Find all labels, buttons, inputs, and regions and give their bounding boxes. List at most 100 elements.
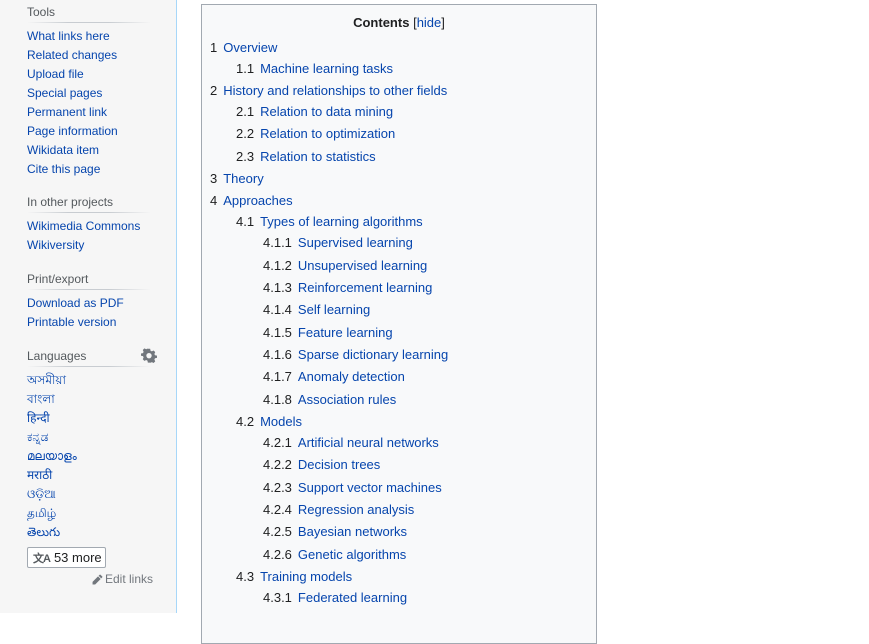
toc-item[interactable]: 4.3 Training models <box>236 569 352 584</box>
toc-item[interactable]: 4.1.1 Supervised learning <box>263 235 413 250</box>
toc-label: Unsupervised learning <box>297 258 428 273</box>
language-link-telugu[interactable]: తెలుగు <box>27 525 60 539</box>
toc-header: Contents [hide] <box>202 15 596 30</box>
toc-item[interactable]: 4.2.1 Artificial neural networks <box>263 435 439 450</box>
toc-item[interactable]: 4.1.7 Anomaly detection <box>263 369 405 384</box>
pencil-icon <box>92 574 103 584</box>
tools-list: What links here Related changes Upload f… <box>27 27 151 179</box>
language-link-kannada[interactable]: ಕನ್ನಡ <box>27 430 48 444</box>
portal-heading: Print/export <box>27 272 151 290</box>
toc-label: Relation to optimization <box>260 126 396 141</box>
table-of-contents: Contents [hide] 1 Overview 1.1 Machine lear… <box>201 4 597 644</box>
toc-label: Overview <box>223 40 278 55</box>
toc-item[interactable]: 4.2 Models <box>236 414 302 429</box>
toc-label: Decision trees <box>297 457 381 472</box>
toc-item[interactable]: 2 History and relationships to other fiel… <box>210 83 447 98</box>
tools-link-page-information[interactable]: Page information <box>27 124 118 138</box>
download-pdf-link[interactable]: Download as PDF <box>27 296 124 310</box>
toc-number: 4.1.8 <box>263 392 292 407</box>
toc-label: Feature learning <box>297 325 393 340</box>
translate-icon: 文A <box>33 552 51 565</box>
toc-label: Artificial neural networks <box>297 435 439 450</box>
toc-label: Support vector machines <box>297 480 442 495</box>
toc-label: Training models <box>260 569 353 584</box>
toc-label: Types of learning algorithms <box>260 214 423 229</box>
toc-label: Bayesian networks <box>297 524 408 539</box>
toc-number: 1 <box>210 40 218 55</box>
toc-item[interactable]: 4.1.4 Self learning <box>263 302 370 317</box>
language-link-odia[interactable]: ଓଡ଼ିଆ <box>27 487 56 501</box>
language-link-hindi[interactable]: हिन्दी <box>27 411 50 425</box>
tools-link-related-changes[interactable]: Related changes <box>27 48 117 62</box>
toc-label: Sparse dictionary learning <box>297 347 449 362</box>
toc-number: 2.2 <box>236 126 255 141</box>
toc-item[interactable]: 4.1.5 Feature learning <box>263 325 393 340</box>
language-link-malayalam[interactable]: മലയാളം <box>27 449 77 463</box>
toc-number: 3 <box>210 171 218 186</box>
toc-label: Self learning <box>297 302 371 317</box>
edit-links-link[interactable]: Edit links <box>92 572 153 586</box>
toc-number: 4.2.5 <box>263 524 292 539</box>
toc-number: 4.1.1 <box>263 235 292 250</box>
tools-link-cite-this-page[interactable]: Cite this page <box>27 162 100 176</box>
portal-print-export: Print/export Download as PDF Printable v… <box>27 272 151 332</box>
toc-item[interactable]: 4 Approaches <box>210 193 293 208</box>
toc-label: Reinforcement learning <box>297 280 433 295</box>
gear-icon[interactable] <box>141 348 157 364</box>
language-link-assamese[interactable]: অসমীয়া <box>27 373 66 387</box>
portal-tools: Tools What links here Related changes Up… <box>27 5 151 179</box>
toc-number: 2.1 <box>236 104 255 119</box>
toc-item[interactable]: 2.1 Relation to data mining <box>236 104 393 119</box>
toc-label: Machine learning tasks <box>260 61 394 76</box>
toc-item[interactable]: 4.2.4 Regression analysis <box>263 502 414 517</box>
toc-label: Genetic algorithms <box>297 547 407 562</box>
toc-number: 2 <box>210 83 218 98</box>
toc-number: 4.1.5 <box>263 325 292 340</box>
toc-item[interactable]: 4.1.8 Association rules <box>263 392 396 407</box>
toc-number: 4.2.3 <box>263 480 292 495</box>
toc-hide-toggle[interactable]: [hide] <box>413 15 445 30</box>
printable-version-link[interactable]: Printable version <box>27 315 116 329</box>
toc-item[interactable]: 4.1.2 Unsupervised learning <box>263 258 427 273</box>
toc-item[interactable]: 3 Theory <box>210 171 264 186</box>
toc-number: 2.3 <box>236 149 255 164</box>
toc-label: Relation to statistics <box>260 149 376 164</box>
portal-heading: In other projects <box>27 195 151 213</box>
toc-item[interactable]: 4.1 Types of learning algorithms <box>236 214 423 229</box>
language-link-bengali[interactable]: বাংলা <box>27 392 55 406</box>
toc-item[interactable]: 2.3 Relation to statistics <box>236 149 376 164</box>
toc-label: Models <box>260 414 302 429</box>
project-link-wikiversity[interactable]: Wikiversity <box>27 238 84 252</box>
toc-item[interactable]: 4.3.1 Federated learning <box>263 590 407 605</box>
toc-number: 4.1.7 <box>263 369 292 384</box>
toc-number: 4.2 <box>236 414 255 429</box>
tools-link-special-pages[interactable]: Special pages <box>27 86 102 100</box>
toc-item[interactable]: 1.1 Machine learning tasks <box>236 61 393 76</box>
more-languages-button[interactable]: 文A 53 more <box>27 547 106 568</box>
toc-item[interactable]: 4.2.3 Support vector machines <box>263 480 442 495</box>
toc-label: Federated learning <box>297 590 408 605</box>
other-projects-list: Wikimedia Commons Wikiversity <box>27 217 151 255</box>
toc-item[interactable]: 4.2.6 Genetic algorithms <box>263 547 406 562</box>
toc-item[interactable]: 4.2.2 Decision trees <box>263 457 380 472</box>
language-link-marathi[interactable]: मराठी <box>27 468 52 482</box>
toc-label: History and relationships to other field… <box>223 83 448 98</box>
toc-hide-link[interactable]: hide <box>417 15 442 30</box>
toc-label: Regression analysis <box>297 502 415 517</box>
tools-link-wikidata-item[interactable]: Wikidata item <box>27 143 99 157</box>
toc-item[interactable]: 4.1.6 Sparse dictionary learning <box>263 347 448 362</box>
toc-item[interactable]: 4.2.5 Bayesian networks <box>263 524 407 539</box>
toc-item[interactable]: 2.2 Relation to optimization <box>236 126 395 141</box>
tools-link-permanent-link[interactable]: Permanent link <box>27 105 107 119</box>
toc-item[interactable]: 4.1.3 Reinforcement learning <box>263 280 432 295</box>
toc-title: Contents <box>353 15 410 30</box>
language-link-tamil[interactable]: தமிழ் <box>27 506 56 520</box>
portal-heading: Languages <box>27 348 157 367</box>
project-link-wikimedia-commons[interactable]: Wikimedia Commons <box>27 219 140 233</box>
edit-links-label: Edit links <box>105 572 154 586</box>
toc-item[interactable]: 1 Overview <box>210 40 277 55</box>
toc-number: 4.1.2 <box>263 258 292 273</box>
tools-link-what-links-here[interactable]: What links here <box>27 29 110 43</box>
portal-heading: Tools <box>27 5 151 23</box>
tools-link-upload-file[interactable]: Upload file <box>27 67 84 81</box>
